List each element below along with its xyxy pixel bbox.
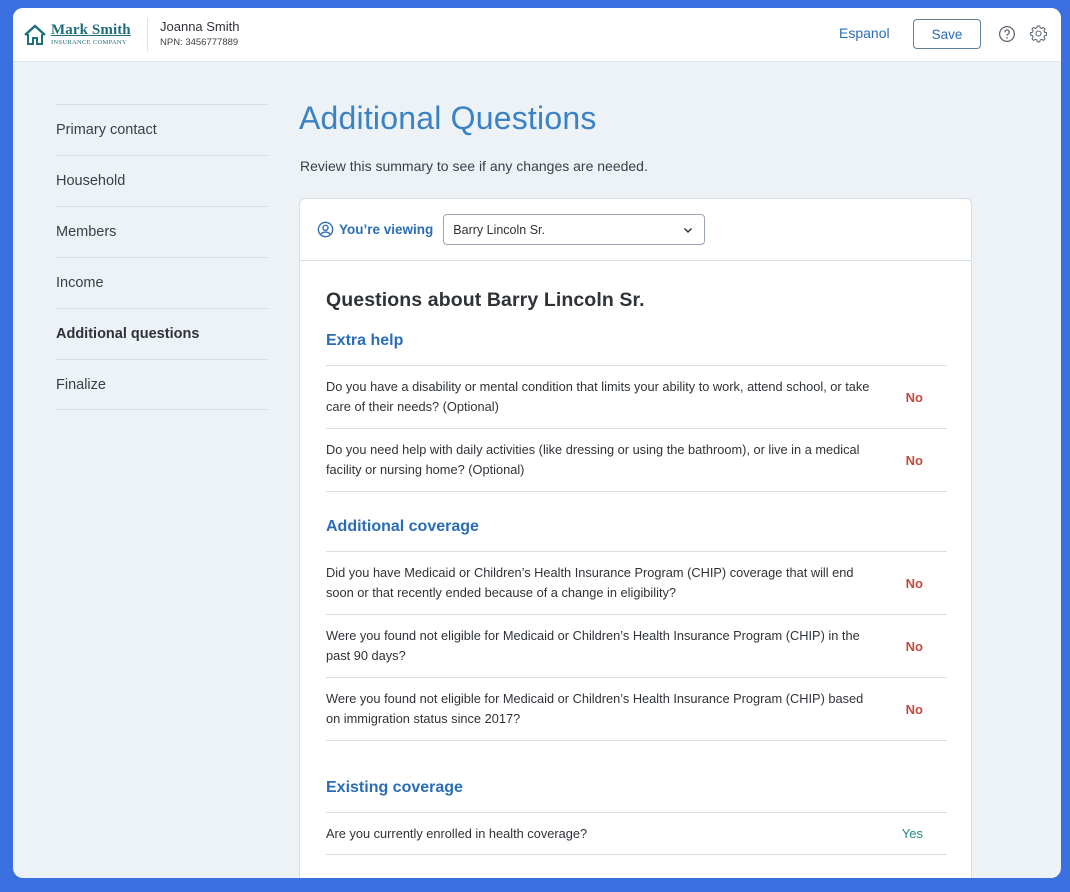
group-title-additional-coverage: Additional coverage [326,518,479,535]
company-logo[interactable]: Mark Smith INSURANCE COMPANY [23,20,143,50]
sidebar-nav: Primary contact Household Members Income… [56,104,268,410]
save-button[interactable]: Save [913,19,981,49]
member-select-value: Barry Lincoln Sr. [453,222,545,237]
viewing-bar: You’re viewing Barry Lincoln Sr. [300,199,971,261]
question-text: Do you have a disability or mental condi… [326,379,870,414]
question-text: Do you need help with daily activities (… [326,442,860,477]
question-text: Are you currently enrolled in health cov… [326,825,588,841]
language-toggle-link[interactable]: Espanol [839,25,890,41]
sidebar-item-household[interactable]: Household [56,155,268,206]
summary-card: You’re viewing Barry Lincoln Sr. Questio… [299,198,972,878]
answer-value: No [905,389,923,405]
question-row: Do you need help with daily activities (… [326,429,947,492]
header-divider [147,18,148,52]
question-list-extra-help: Do you have a disability or mental condi… [326,365,947,492]
card-body: Questions about Barry Lincoln Sr. Extra … [300,261,971,855]
group-title-extra-help: Extra help [326,332,404,349]
section-heading: Questions about Barry Lincoln Sr. [326,289,645,311]
question-list-existing-coverage: Are you currently enrolled in health cov… [326,812,947,855]
logo-name: Mark Smith [51,22,131,39]
sidebar-item-income[interactable]: Income [56,257,268,308]
agent-info: Joanna Smith NPN: 3456777889 [160,19,240,48]
question-list-additional-coverage: Did you have Medicaid or Children’s Heal… [326,551,947,741]
page-subtitle: Review this summary to see if any change… [300,158,648,174]
question-row: Are you currently enrolled in health cov… [326,813,947,855]
chevron-down-icon [684,227,693,233]
question-text: Did you have Medicaid or Children’s Heal… [326,565,854,600]
help-circle-icon[interactable] [998,25,1016,43]
sidebar-item-members[interactable]: Members [56,206,268,257]
user-circle-icon [317,221,334,238]
question-row: Were you found not eligible for Medicaid… [326,615,947,678]
question-text: Were you found not eligible for Medicaid… [326,628,860,663]
page-title: Additional Questions [299,100,597,136]
top-bar: Mark Smith INSURANCE COMPANY Joanna Smit… [13,8,1061,62]
question-row: Do you have a disability or mental condi… [326,366,947,429]
sidebar-item-additional-questions[interactable]: Additional questions [56,308,268,359]
house-logo-icon [24,24,46,45]
member-select-dropdown[interactable]: Barry Lincoln Sr. [443,214,706,245]
group-title-existing-coverage: Existing coverage [326,779,463,796]
question-row: Did you have Medicaid or Children’s Heal… [326,552,947,615]
app-window: Mark Smith INSURANCE COMPANY Joanna Smit… [13,8,1061,878]
sidebar-item-primary-contact[interactable]: Primary contact [56,104,268,155]
gear-icon[interactable] [1029,24,1048,43]
answer-value: No [905,575,923,591]
viewing-label: You’re viewing [339,222,434,237]
sidebar-item-finalize[interactable]: Finalize [56,359,268,410]
question-text: Were you found not eligible for Medicaid… [326,691,864,726]
answer-value: No [905,701,923,717]
answer-value: Yes [901,826,923,841]
answer-value: No [905,638,923,654]
agent-name: Joanna Smith [160,19,240,34]
logo-subtitle: INSURANCE COMPANY [51,39,127,47]
answer-value: No [905,452,923,468]
agent-npn: NPN: 3456777889 [160,37,239,48]
question-row: Were you found not eligible for Medicaid… [326,678,947,741]
